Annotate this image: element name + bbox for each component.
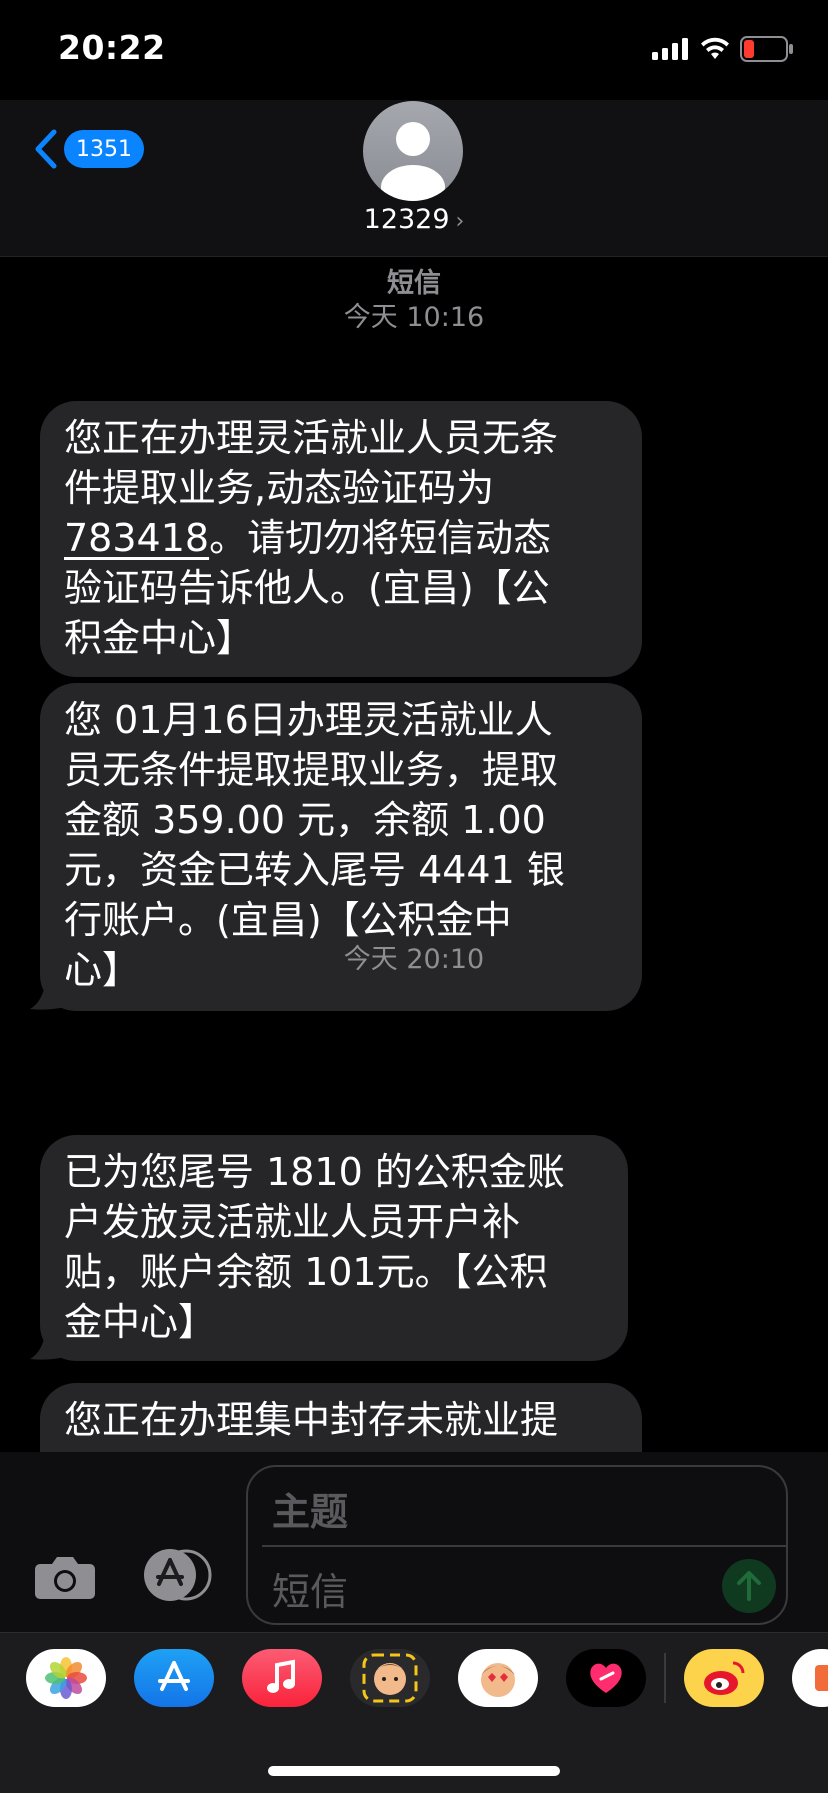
chevron-right-icon: › [455, 209, 465, 234]
message-line: 已为您尾号 1810 的公积金账 [64, 1150, 565, 1194]
cellular-signal-icon [652, 38, 688, 60]
message-list[interactable]: 短信 今天 10:16 您正在办理灵活就业人员无条 件提取业务,动态验证码为 7… [0, 257, 828, 1452]
camera-icon[interactable] [34, 1554, 96, 1600]
timestamp-label: 今天 20:10 [343, 944, 485, 975]
conversation-header: 1351 12329 › [0, 100, 828, 257]
back-button[interactable]: 1351 [30, 128, 144, 170]
home-indicator[interactable] [268, 1766, 560, 1776]
bubble-tail [30, 1327, 66, 1360]
message-text: 。请切勿将短信动态 [209, 516, 552, 560]
wifi-icon [701, 37, 729, 59]
contact-number: 12329 [363, 204, 450, 235]
app-store-icon[interactable] [140, 1548, 212, 1602]
message-line: 您正在办理灵活就业人员无条 [64, 416, 559, 460]
drawer-separator [664, 1653, 666, 1703]
message-line: 验证码告诉他人。(宜昌)【公 [64, 566, 550, 610]
photos-icon [45, 1657, 87, 1699]
send-arrow-icon [737, 1571, 761, 1601]
message-line: 件提取业务,动态验证码为 [64, 466, 495, 510]
message-line: 积金中心】 [64, 616, 255, 660]
contact-name[interactable]: 12329 › [0, 204, 828, 235]
digital-touch-app[interactable] [566, 1649, 646, 1707]
battery-icon [740, 36, 793, 62]
music-app[interactable] [242, 1649, 322, 1707]
compose-divider [262, 1545, 786, 1547]
message-line: 您 01月16日办理灵活就业人 [64, 698, 553, 742]
message-input[interactable]: 短信 [272, 1561, 348, 1616]
more-app[interactable] [792, 1649, 828, 1707]
contact-avatar[interactable] [363, 101, 463, 201]
message-line: 783418。请切勿将短信动态 [64, 513, 618, 563]
bubble-tail [30, 977, 66, 1010]
compose-field[interactable]: 主题 短信 [246, 1465, 788, 1625]
timestamp-label: 今天 10:16 [343, 302, 485, 333]
memoji-stickers-app[interactable] [458, 1649, 538, 1707]
message-bubble[interactable]: 您正在办理集中封存未就业提 [40, 1383, 642, 1452]
memoji-app[interactable] [350, 1649, 430, 1707]
app-store-icon [158, 1661, 190, 1691]
digital-touch-icon [590, 1663, 622, 1693]
status-bar: 20:22 [0, 0, 828, 100]
unread-count-badge: 1351 [64, 130, 144, 168]
message-line: 您正在办理集中封存未就业提 [64, 1398, 559, 1442]
message-line: 金额 359.00 元，余额 1.00 [64, 798, 546, 842]
message-bubble[interactable]: 您正在办理灵活就业人员无条 件提取业务,动态验证码为 783418。请切勿将短信… [40, 401, 642, 677]
message-line: 户发放灵活就业人员开户补 [64, 1200, 521, 1244]
back-chevron-icon [35, 129, 57, 169]
compose-bar: 主题 短信 [0, 1452, 828, 1632]
weibo-icon [704, 1661, 745, 1695]
message-line: 贴，账户余额 101元。【公积 [64, 1250, 548, 1294]
message-bubble[interactable]: 已为您尾号 1810 的公积金账 户发放灵活就业人员开户补 贴，账户余额 101… [40, 1135, 628, 1361]
memoji-stickers-icon [481, 1663, 515, 1697]
memoji-icon [362, 1653, 418, 1703]
person-silhouette-icon [381, 122, 445, 201]
send-button[interactable] [722, 1559, 776, 1613]
status-time: 20:22 [58, 28, 166, 67]
photos-app[interactable] [26, 1649, 106, 1707]
subject-input[interactable]: 主题 [272, 1481, 348, 1536]
app-store-app[interactable] [134, 1649, 214, 1707]
message-line: 元，资金已转入尾号 4441 银 [64, 848, 565, 892]
message-line: 金中心】 [64, 1300, 217, 1344]
verification-code-link[interactable]: 783418 [64, 516, 209, 560]
weibo-app[interactable] [684, 1649, 764, 1707]
music-icon [267, 1659, 295, 1693]
more-app-icon [815, 1665, 828, 1691]
message-line: 员无条件提取提取业务，提取 [64, 748, 559, 792]
